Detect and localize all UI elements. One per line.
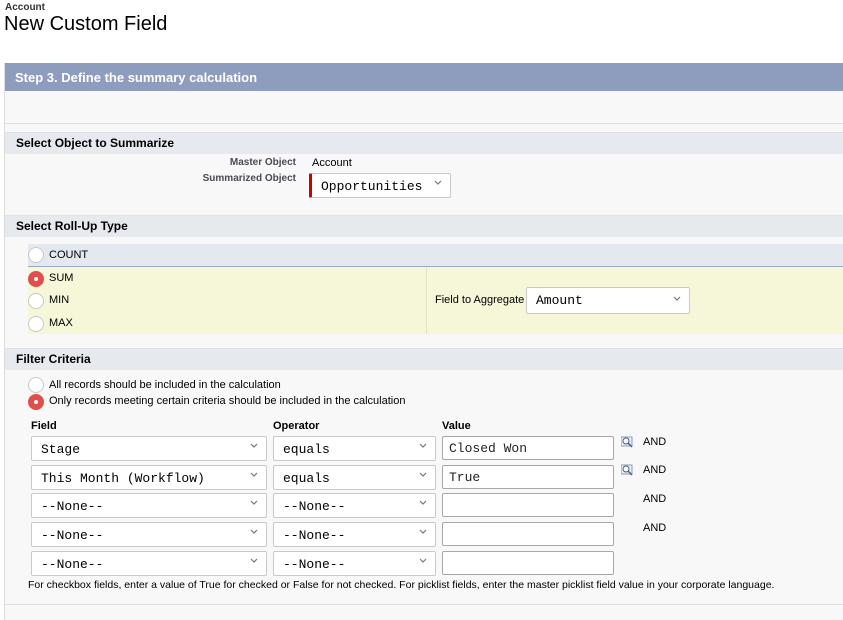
rollup-count-label: COUNT bbox=[49, 249, 89, 261]
master-object-value: Account bbox=[312, 157, 352, 169]
filter-field-select[interactable]: This Month (Workflow) bbox=[31, 465, 267, 490]
filter-some-radio[interactable] bbox=[28, 394, 44, 410]
summarized-object-value: Opportunities bbox=[321, 179, 423, 194]
rollup-sum-radio[interactable] bbox=[28, 271, 44, 287]
filter-operator-select[interactable]: --None-- bbox=[273, 522, 436, 547]
chevron-down-icon bbox=[250, 500, 258, 505]
chevron-down-icon bbox=[419, 500, 427, 505]
column-value-header: Value bbox=[442, 420, 471, 432]
filter-operator-value: --None-- bbox=[283, 499, 346, 514]
rollup-count-row bbox=[28, 244, 843, 267]
section-filter-criteria: Filter Criteria bbox=[5, 348, 843, 370]
summarized-object-select[interactable]: Opportunities bbox=[309, 173, 451, 198]
chevron-down-icon bbox=[419, 472, 427, 477]
chevron-down-icon bbox=[250, 443, 258, 448]
filter-field-select[interactable]: --None-- bbox=[31, 493, 267, 518]
column-operator-header: Operator bbox=[273, 420, 320, 432]
filter-operator-select[interactable]: --None-- bbox=[273, 493, 436, 518]
filter-operator-value: equals bbox=[283, 471, 330, 486]
chevron-down-icon bbox=[250, 529, 258, 534]
filter-value-input[interactable]: True bbox=[442, 465, 614, 489]
filter-field-select[interactable]: --None-- bbox=[31, 551, 267, 576]
filter-some-label: Only records meeting certain criteria sh… bbox=[49, 395, 406, 407]
and-label: AND bbox=[643, 436, 667, 448]
filter-operator-value: equals bbox=[283, 442, 330, 457]
filter-value-input[interactable] bbox=[442, 551, 614, 575]
and-label: AND bbox=[643, 464, 667, 476]
filter-value-input[interactable] bbox=[442, 522, 614, 546]
filter-value-input[interactable] bbox=[442, 493, 614, 517]
rollup-min-label: MIN bbox=[49, 294, 70, 306]
summarized-object-label: Summarized Object bbox=[202, 173, 296, 184]
chevron-down-icon bbox=[419, 558, 427, 563]
filter-field-select[interactable]: Stage bbox=[31, 436, 267, 461]
rollup-min-radio[interactable] bbox=[28, 293, 44, 309]
filter-field-value: --None-- bbox=[41, 528, 104, 543]
aggregate-field-value: Amount bbox=[536, 293, 583, 308]
lookup-icon[interactable] bbox=[621, 436, 635, 448]
rollup-max-radio[interactable] bbox=[28, 316, 44, 332]
filter-operator-select[interactable]: --None-- bbox=[273, 551, 436, 576]
filter-field-value: --None-- bbox=[41, 499, 104, 514]
step-header: Step 3. Define the summary calculation bbox=[5, 63, 843, 91]
chevron-down-icon bbox=[419, 443, 427, 448]
section-select-object: Select Object to Summarize bbox=[5, 132, 843, 154]
section-rollup-type: Select Roll-Up Type bbox=[5, 215, 843, 237]
section-divider bbox=[5, 604, 843, 605]
filter-value-input[interactable]: Closed Won bbox=[442, 436, 614, 460]
filter-operator-select[interactable]: equals bbox=[273, 465, 436, 490]
rollup-divider bbox=[426, 267, 427, 334]
rollup-sum-label: SUM bbox=[49, 272, 74, 284]
filter-field-value: --None-- bbox=[41, 557, 104, 572]
step-panel: Step 3. Define the summary calculation S… bbox=[4, 63, 843, 620]
chevron-down-icon bbox=[434, 180, 442, 185]
filter-operator-select[interactable]: equals bbox=[273, 436, 436, 461]
chevron-down-icon bbox=[673, 296, 681, 301]
filter-operator-value: --None-- bbox=[283, 528, 346, 543]
master-object-label: Master Object bbox=[229, 157, 296, 168]
chevron-down-icon bbox=[250, 558, 258, 563]
filter-help-note: For checkbox fields, enter a value of Tr… bbox=[28, 579, 775, 591]
aggregate-field-select[interactable]: Amount bbox=[526, 287, 690, 314]
step-spacer bbox=[5, 91, 843, 124]
column-field-header: Field bbox=[31, 420, 57, 432]
filter-all-radio[interactable] bbox=[28, 377, 44, 393]
page-title: New Custom Field bbox=[4, 13, 168, 35]
lookup-icon[interactable] bbox=[621, 464, 635, 476]
filter-field-value: Stage bbox=[41, 442, 81, 457]
chevron-down-icon bbox=[419, 529, 427, 534]
and-label: AND bbox=[643, 522, 667, 534]
and-label: AND bbox=[643, 493, 667, 505]
rollup-max-label: MAX bbox=[49, 317, 73, 329]
filter-field-value: This Month (Workflow) bbox=[41, 471, 205, 486]
chevron-down-icon bbox=[250, 472, 258, 477]
rollup-count-radio[interactable] bbox=[28, 247, 44, 263]
filter-field-select[interactable]: --None-- bbox=[31, 522, 267, 547]
filter-all-label: All records should be included in the ca… bbox=[49, 379, 281, 391]
object-breadcrumb: Account bbox=[5, 2, 45, 13]
filter-operator-value: --None-- bbox=[283, 557, 346, 572]
aggregate-label: Field to Aggregate bbox=[435, 294, 525, 306]
